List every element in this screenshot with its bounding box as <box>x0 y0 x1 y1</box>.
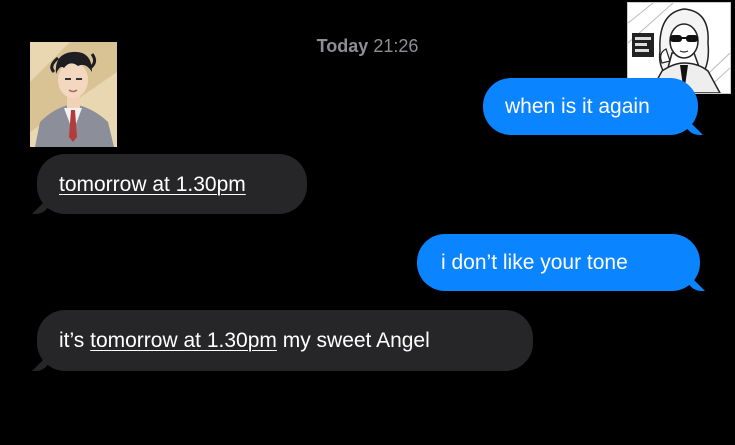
contact-avatar[interactable] <box>30 42 117 147</box>
outgoing-message[interactable]: i don’t like your tone <box>417 234 700 291</box>
message-date-link[interactable]: tomorrow at 1.30pm <box>90 330 277 351</box>
message-text: i don’t like your tone <box>441 251 628 274</box>
message-date-link[interactable]: tomorrow at 1.30pm <box>59 174 246 195</box>
timestamp-time: 21:26 <box>373 36 419 56</box>
timestamp-day: Today <box>316 36 369 56</box>
incoming-message[interactable]: it’s tomorrow at 1.30pm my sweet Angel <box>37 310 533 371</box>
outgoing-message[interactable]: when is it again <box>483 78 698 135</box>
contact-avatar-illustration <box>30 42 117 147</box>
message-text: when is it again <box>505 95 650 118</box>
message-text-suffix: my sweet Angel <box>276 329 430 352</box>
message-text-prefix: it’s <box>59 329 91 352</box>
incoming-message[interactable]: tomorrow at 1.30pm <box>37 154 307 214</box>
